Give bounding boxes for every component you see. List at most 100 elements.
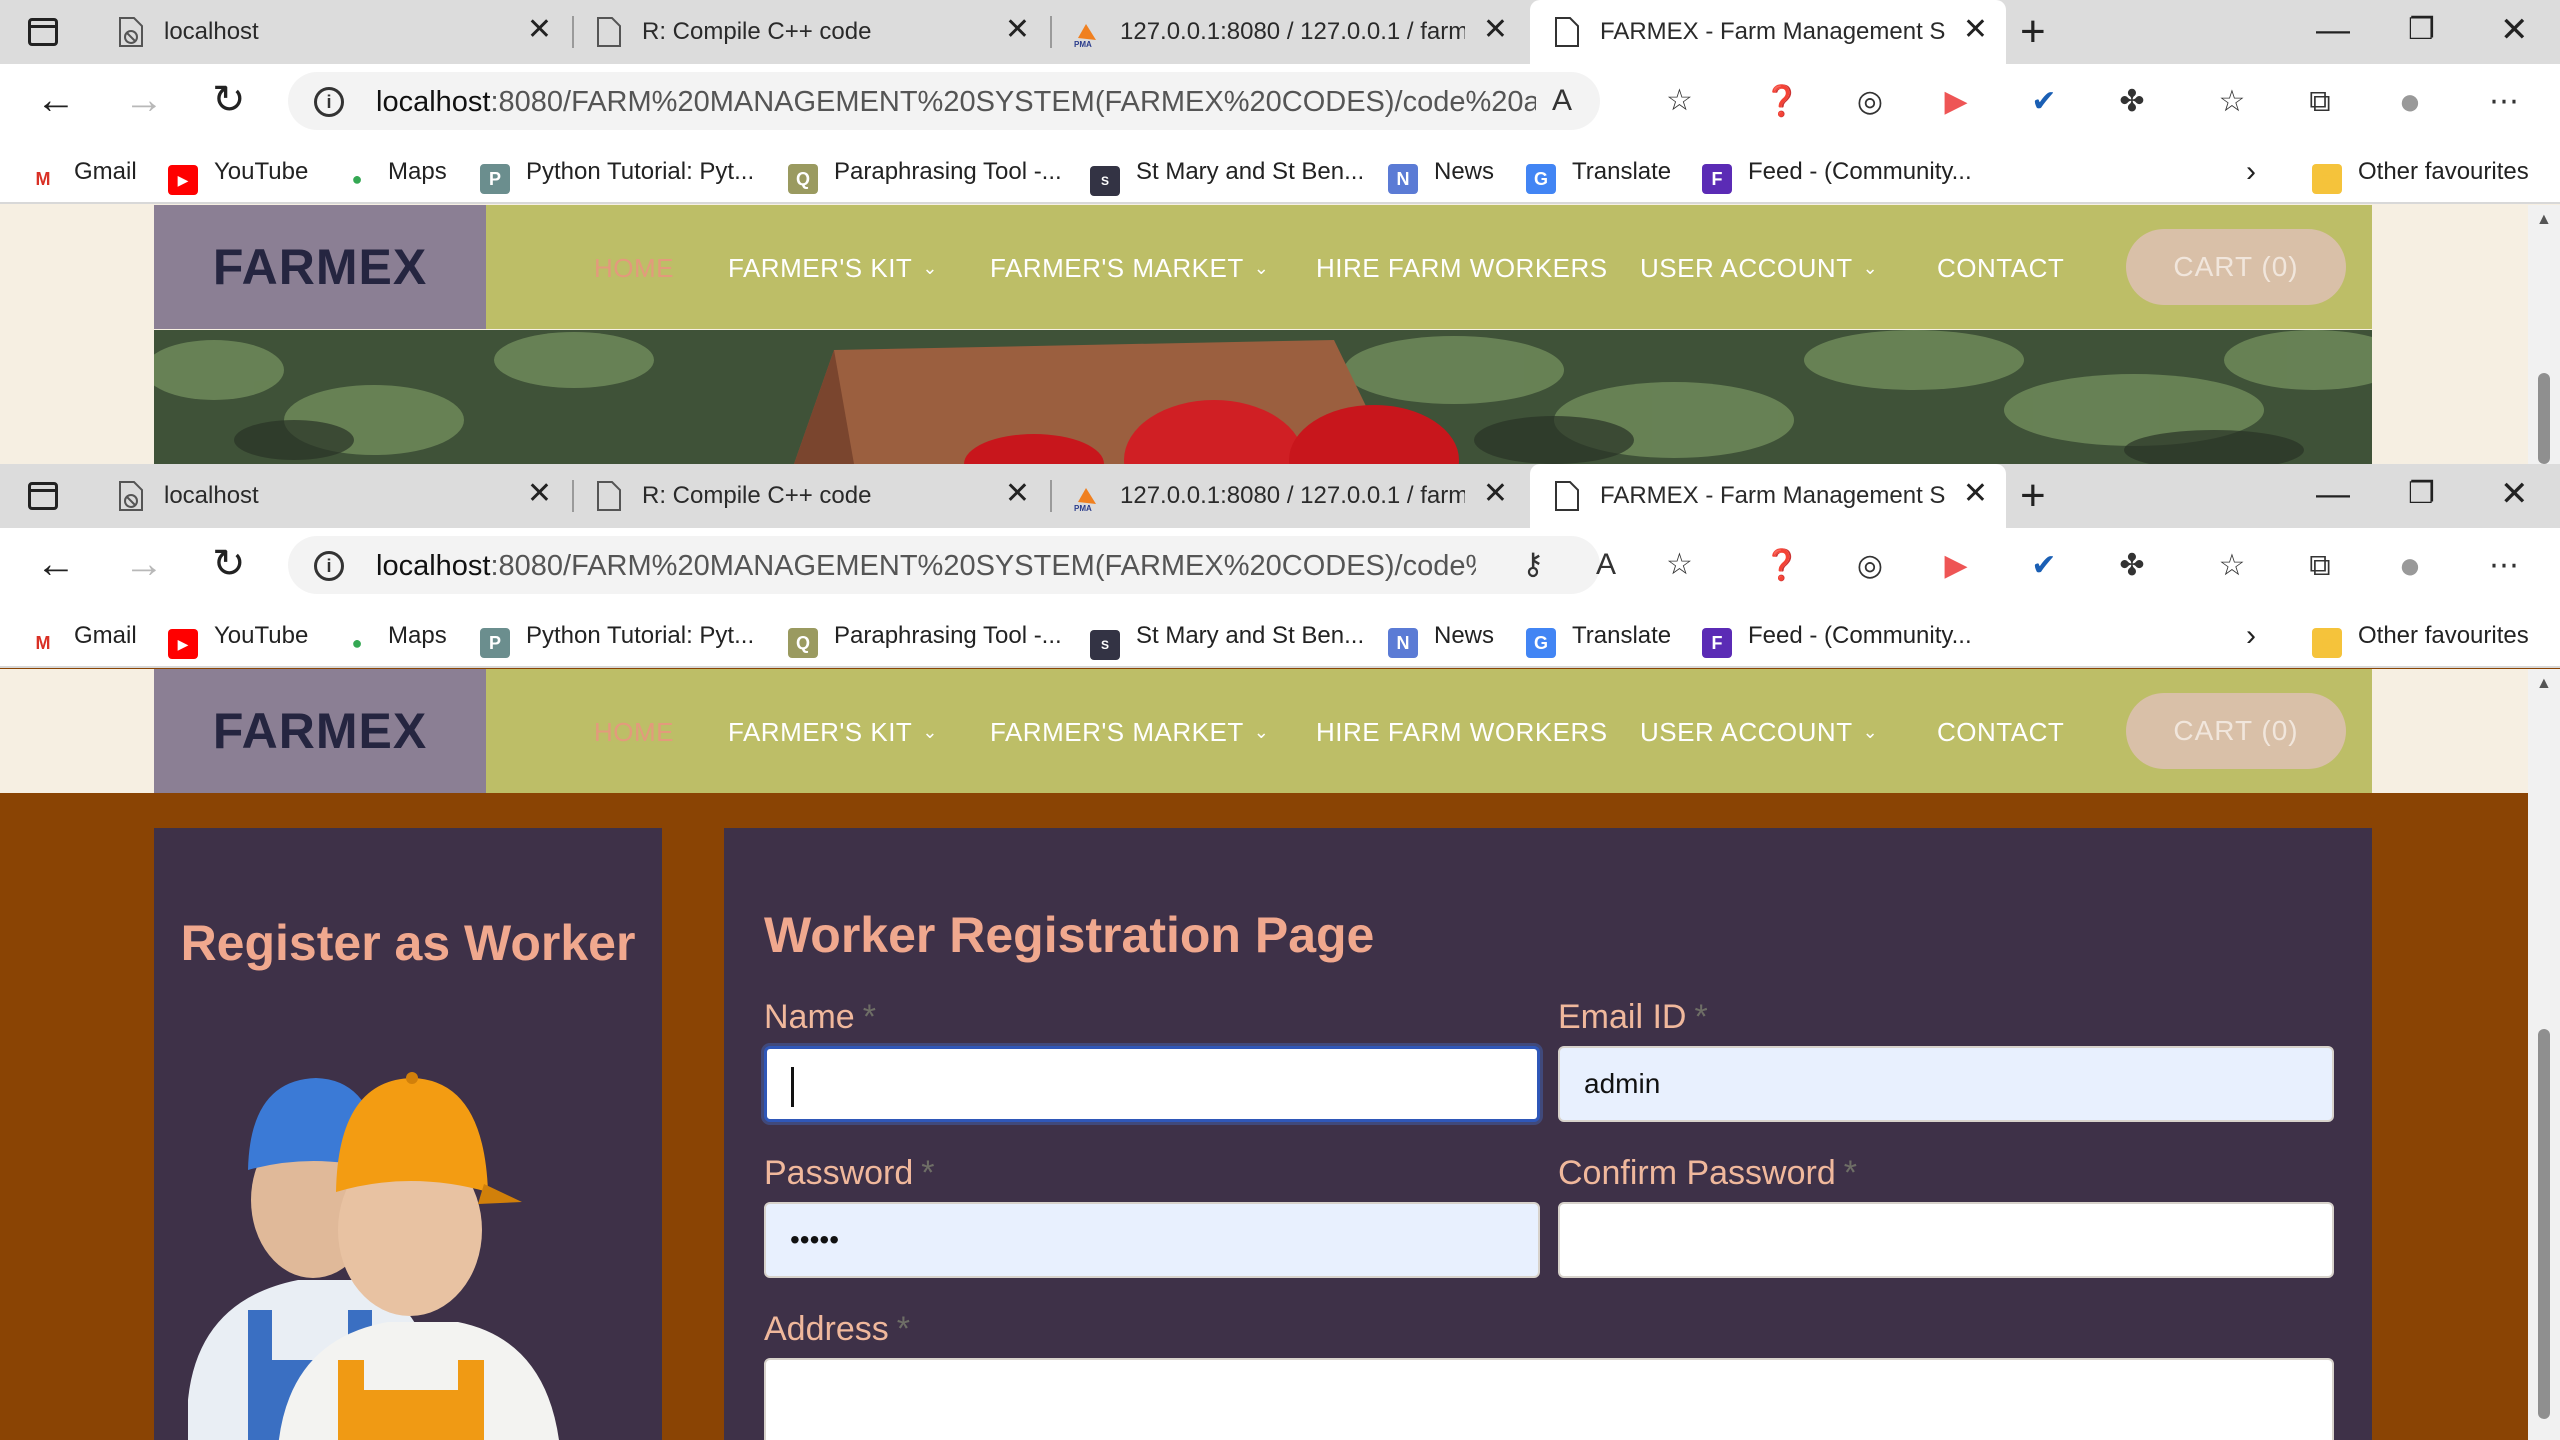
close-icon[interactable]: ✕ [1483,14,1508,46]
help-extension-icon[interactable]: ❓ [1762,546,1802,586]
nav-user-account[interactable]: USER ACCOUNT ⌄ [1640,253,1878,284]
extension-icon[interactable]: ◎ [1850,546,1890,586]
confirm-password-input[interactable] [1558,1202,2334,1278]
address-bar[interactable]: i localhost:8080/FARM%20MANAGEMENT%20SYS… [288,72,1693,130]
email-input[interactable]: admin [1558,1046,2334,1122]
tab-localhost[interactable]: localhost ✕ [94,0,570,64]
reload-icon[interactable]: ↻ [212,78,246,122]
window-close-icon[interactable]: ✕ [2500,474,2529,514]
extension-icon[interactable]: ◎ [1850,82,1890,122]
new-tab-icon[interactable]: + [2020,8,2046,56]
tab-phpmyadmin[interactable]: PMA 127.0.0.1:8080 / 127.0.0.1 / farme ✕ [1050,464,1526,528]
scroll-thumb[interactable] [2538,373,2550,464]
add-favourite-icon[interactable]: ☆ [1666,548,1693,582]
scroll-up-icon[interactable]: ▲ [2536,211,2552,229]
nav-farmers-kit[interactable]: FARMER'S KIT ⌄ [728,253,938,284]
site-info-icon[interactable]: i [314,87,344,117]
site-logo[interactable]: FARMEX [154,669,486,793]
bookmark-maps[interactable]: ● Maps [342,152,447,194]
address-bar[interactable]: i localhost:8080/FARM%20MANAGEMENT%20SYS… [288,536,1693,594]
cart-button[interactable]: CART (0) [2126,229,2346,305]
name-input[interactable] [764,1046,1540,1122]
address-textarea[interactable] [764,1358,2334,1440]
tab-farmex[interactable]: FARMEX - Farm Management Sy ✕ [1530,464,2006,528]
favourites-icon[interactable]: ☆ [2212,82,2252,122]
key-icon[interactable]: ⚷ [1522,548,1544,582]
nav-contact[interactable]: CONTACT [1937,253,2064,284]
bookmark-news[interactable]: N News [1388,616,1494,658]
extensions-icon[interactable]: ✤ [2112,546,2152,586]
bookmark-paraphrase[interactable]: Q Paraphrasing Tool -... [788,616,1062,658]
bookmark-translate[interactable]: G Translate [1526,152,1671,194]
read-aloud-icon[interactable]: A [1552,84,1572,118]
chevron-right-icon[interactable]: › [2246,152,2256,192]
bookmark-translate[interactable]: G Translate [1526,616,1671,658]
profile-avatar[interactable]: ● [2390,546,2430,586]
add-favourite-icon[interactable]: ☆ [1666,84,1693,118]
bookmark-news[interactable]: N News [1388,152,1494,194]
nav-contact[interactable]: CONTACT [1937,717,2064,748]
site-info-icon[interactable]: i [314,551,344,581]
forward-icon[interactable]: → [124,542,164,586]
tab-actions-icon[interactable] [28,482,58,510]
back-icon[interactable]: ← [36,78,76,122]
scroll-thumb[interactable] [2538,1029,2550,1419]
site-logo[interactable]: FARMEX [154,205,486,329]
bookmark-feed[interactable]: F Feed - (Community... [1702,152,1972,194]
record-extension-icon[interactable]: ▶ [1936,546,1976,586]
tab-localhost[interactable]: localhost ✕ [94,464,570,528]
close-icon[interactable]: ✕ [1963,14,1988,46]
bookmark-python[interactable]: P Python Tutorial: Pyt... [480,152,754,194]
close-icon[interactable]: ✕ [1963,478,1988,510]
page-scrollbar[interactable]: ▲ [2528,205,2560,464]
password-input[interactable]: ••••• [764,1202,1540,1278]
new-tab-icon[interactable]: + [2020,472,2046,520]
bookmark-gmail[interactable]: M Gmail [28,616,137,658]
scroll-up-icon[interactable]: ▲ [2536,675,2552,693]
other-favourites[interactable]: ■ Other favourites [2312,616,2529,658]
nav-home[interactable]: HOME [594,717,674,748]
read-aloud-icon[interactable]: A [1596,548,1616,582]
tab-actions-icon[interactable] [28,18,58,46]
collections-icon[interactable]: ⧉ [2300,82,2340,122]
collections-icon[interactable]: ⧉ [2300,546,2340,586]
back-icon[interactable]: ← [36,542,76,586]
minimize-icon[interactable]: — [2316,474,2350,514]
cart-button[interactable]: CART (0) [2126,693,2346,769]
nav-farmers-market[interactable]: FARMER'S MARKET ⌄ [990,717,1269,748]
bookmark-python[interactable]: P Python Tutorial: Pyt... [480,616,754,658]
bookmark-stmary[interactable]: S St Mary and St Ben... [1090,616,1364,660]
close-icon[interactable]: ✕ [1005,14,1030,46]
bookmark-paraphrase[interactable]: Q Paraphrasing Tool -... [788,152,1062,194]
close-icon[interactable]: ✕ [527,14,552,46]
nav-farmers-market[interactable]: FARMER'S MARKET ⌄ [990,253,1269,284]
page-scrollbar[interactable]: ▲ [2528,669,2560,1440]
profile-avatar[interactable]: ● [2390,82,2430,122]
bookmark-youtube[interactable]: ▶ YouTube [168,616,308,659]
check-extension-icon[interactable]: ✔ [2024,82,2064,122]
restore-icon[interactable]: ❐ [2408,10,2435,50]
help-extension-icon[interactable]: ❓ [1762,82,1802,122]
close-icon[interactable]: ✕ [527,478,552,510]
more-menu-icon[interactable]: ⋯ [2484,546,2524,586]
bookmark-feed[interactable]: F Feed - (Community... [1702,616,1972,658]
chevron-right-icon[interactable]: › [2246,616,2256,656]
nav-hire-workers[interactable]: HIRE FARM WORKERS [1316,717,1608,748]
nav-user-account[interactable]: USER ACCOUNT ⌄ [1640,717,1878,748]
restore-icon[interactable]: ❐ [2408,474,2435,514]
other-favourites[interactable]: ■ Other favourites [2312,152,2529,194]
tab-phpmyadmin[interactable]: PMA 127.0.0.1:8080 / 127.0.0.1 / farme ✕ [1050,0,1526,64]
bookmark-gmail[interactable]: M Gmail [28,152,137,194]
nav-home[interactable]: HOME [594,253,674,284]
favourites-icon[interactable]: ☆ [2212,546,2252,586]
window-close-icon[interactable]: ✕ [2500,10,2529,50]
bookmark-stmary[interactable]: S St Mary and St Ben... [1090,152,1364,196]
tab-compile[interactable]: R: Compile C++ code ✕ [572,0,1048,64]
minimize-icon[interactable]: — [2316,10,2350,50]
check-extension-icon[interactable]: ✔ [2024,546,2064,586]
close-icon[interactable]: ✕ [1483,478,1508,510]
forward-icon[interactable]: → [124,78,164,122]
close-icon[interactable]: ✕ [1005,478,1030,510]
reload-icon[interactable]: ↻ [212,542,246,586]
nav-hire-workers[interactable]: HIRE FARM WORKERS [1316,253,1608,284]
